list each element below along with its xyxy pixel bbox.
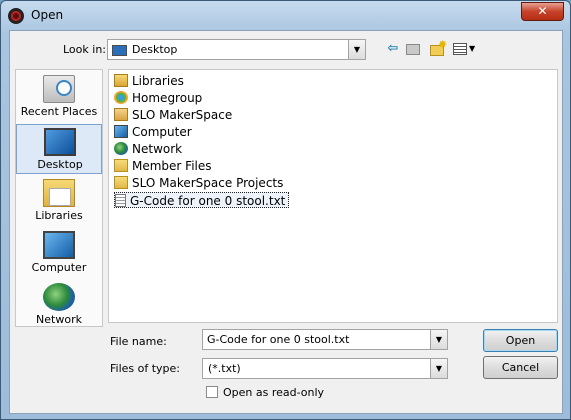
view-menu-icon[interactable]: ▼	[452, 41, 476, 57]
list-item[interactable]: SLO MakerSpace	[114, 107, 232, 123]
list-item[interactable]: Member Files	[114, 158, 212, 174]
folder-icon	[114, 176, 128, 189]
desktop-icon	[44, 128, 76, 156]
chevron-down-icon[interactable]: ▼	[430, 330, 447, 349]
read-only-label[interactable]: Open as read-only	[223, 386, 324, 399]
list-item[interactable]: Computer	[114, 124, 192, 140]
chevron-down-icon[interactable]: ▼	[348, 40, 365, 59]
file-name-label: File name:	[110, 335, 167, 348]
recent-places-icon	[43, 75, 75, 103]
place-desktop[interactable]: Desktop	[16, 124, 102, 174]
homegroup-icon	[114, 91, 128, 104]
place-label: Libraries	[35, 209, 83, 222]
back-arrow-icon[interactable]: ⇦	[385, 41, 401, 57]
read-only-checkbox[interactable]	[206, 386, 218, 398]
open-dialog: Open ✕ Look in: Desktop ▼ ⇦ ✸ ▼ Recent P…	[0, 0, 571, 420]
list-item[interactable]: SLO MakerSpace Projects	[114, 175, 283, 191]
chevron-down-icon[interactable]: ▼	[430, 359, 447, 378]
list-item[interactable]: Network	[114, 141, 182, 157]
place-computer[interactable]: Computer	[16, 228, 102, 278]
window-title: Open	[31, 8, 64, 22]
network-icon	[114, 142, 128, 155]
text-file-icon	[115, 194, 126, 207]
user-folder-icon	[114, 108, 128, 121]
look-in-label: Look in:	[63, 43, 106, 56]
close-button[interactable]: ✕	[521, 2, 564, 21]
list-item-selected[interactable]: G-Code for one 0 stool.txt	[114, 192, 290, 208]
list-item[interactable]: Homegroup	[114, 90, 202, 106]
desktop-icon	[112, 45, 127, 56]
network-icon	[43, 283, 75, 311]
new-folder-icon[interactable]: ✸	[429, 38, 447, 57]
up-folder-icon[interactable]	[405, 41, 421, 57]
file-name-input[interactable]	[202, 329, 448, 350]
list-item[interactable]: Libraries	[114, 73, 184, 89]
title-bar[interactable]: Open ✕	[1, 1, 570, 29]
place-libraries[interactable]: Libraries	[16, 176, 102, 226]
place-label: Network	[36, 313, 82, 326]
place-label: Recent Places	[20, 105, 98, 118]
place-network[interactable]: Network	[16, 280, 102, 330]
place-recent-places[interactable]: Recent Places	[16, 72, 102, 122]
dialog-body: Look in: Desktop ▼ ⇦ ✸ ▼ Recent Places D…	[9, 30, 563, 414]
libraries-icon	[114, 74, 128, 87]
computer-icon	[43, 231, 75, 259]
file-type-dropdown[interactable]: (*.txt) ▼	[202, 358, 448, 379]
file-type-label: Files of type:	[110, 362, 181, 375]
computer-icon	[114, 125, 128, 138]
app-icon	[8, 8, 24, 24]
libraries-icon	[43, 179, 75, 207]
cancel-button[interactable]: Cancel	[483, 356, 558, 379]
places-bar: Recent Places Desktop Libraries Computer…	[15, 69, 103, 327]
open-button[interactable]: Open	[483, 329, 558, 352]
place-label: Computer	[31, 261, 87, 274]
file-list[interactable]: Libraries Homegroup SLO MakerSpace Compu…	[108, 69, 558, 323]
place-label: Desktop	[37, 158, 83, 171]
look-in-value: Desktop	[132, 43, 178, 56]
look-in-dropdown[interactable]: Desktop ▼	[107, 39, 366, 60]
file-type-value: (*.txt)	[208, 362, 241, 375]
folder-icon	[114, 159, 128, 172]
